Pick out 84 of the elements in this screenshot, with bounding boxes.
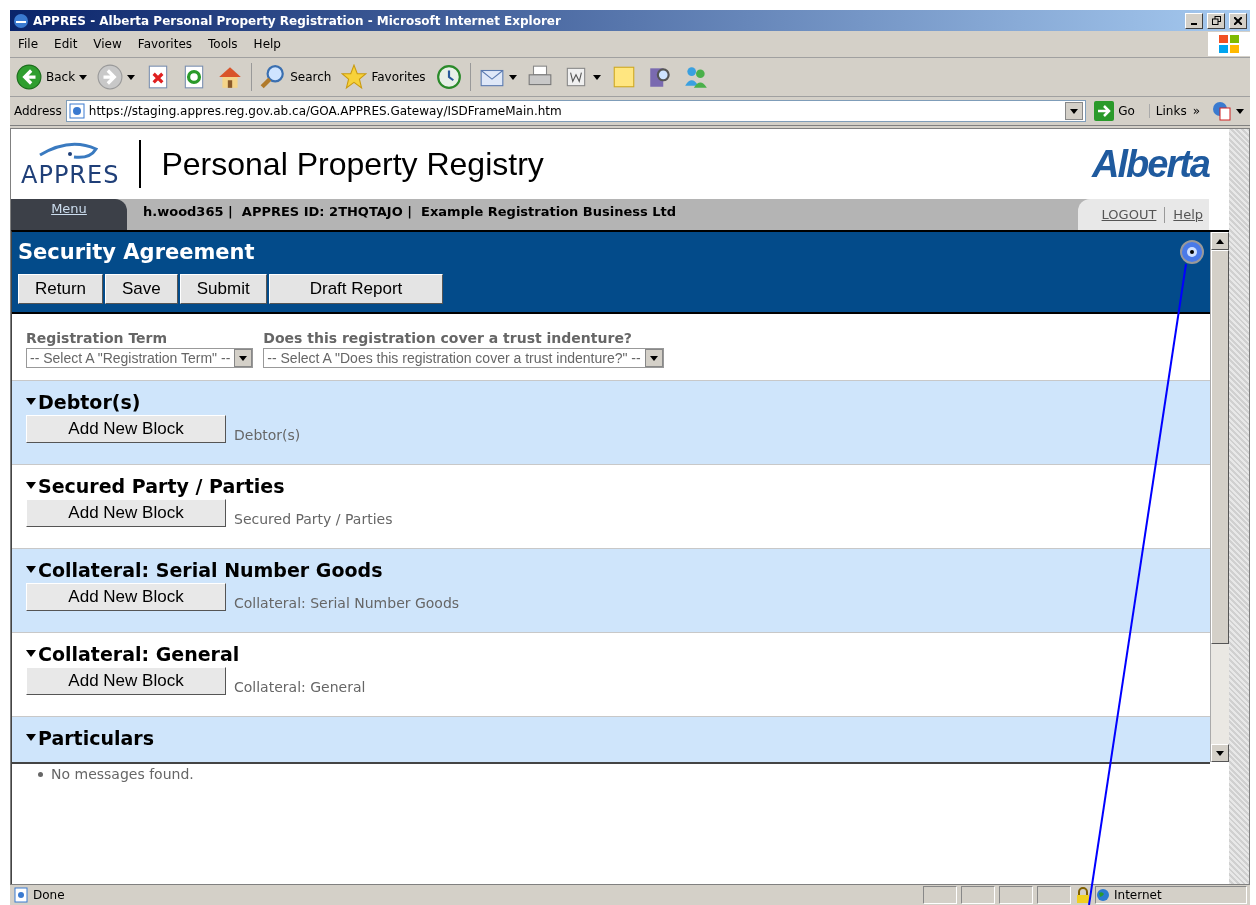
page-icon (13, 887, 29, 903)
globe-icon (1096, 888, 1110, 902)
toolbar-button[interactable] (1210, 99, 1246, 123)
address-label: Address (14, 104, 62, 118)
menu-item[interactable]: File (10, 37, 47, 51)
menu-item[interactable]: Edit (46, 37, 86, 51)
address-field[interactable]: https://staging.appres.reg.gov.ab.ca/GOA.APPRES.Gateway/ISDFrameMain.htm (65, 100, 1087, 122)
menu-item[interactable]: Tools (200, 37, 246, 51)
caret-icon[interactable] (26, 566, 36, 574)
add-block-button[interactable]: Add New Block (26, 415, 226, 443)
help-icon[interactable] (1180, 240, 1204, 264)
dropdown-arrow-icon[interactable] (127, 74, 136, 80)
section-title: Secured Party / Parties (38, 475, 285, 497)
close-button[interactable] (1229, 12, 1247, 29)
menu-item[interactable]: Help (245, 37, 289, 51)
menu-item[interactable]: Favorites (129, 37, 201, 51)
status-text: Done (33, 888, 65, 902)
add-block-button[interactable]: Add New Block (26, 499, 226, 527)
action-button[interactable]: Submit (179, 274, 267, 304)
section-title: Debtor(s) (38, 391, 141, 413)
dropdown-arrow-icon[interactable] (79, 74, 88, 80)
menu-item[interactable]: View (85, 37, 130, 51)
zone-text: Internet (1114, 888, 1162, 902)
dropdown-arrow-icon[interactable] (1216, 750, 1224, 756)
section-title: Collateral: General (38, 643, 240, 665)
dropdown-arrow-icon[interactable] (1070, 108, 1079, 114)
caret-icon[interactable] (26, 482, 36, 490)
caret-icon[interactable] (26, 734, 36, 742)
close-icon (1234, 16, 1242, 25)
field-label: Does this registration cover a trust indenture? (263, 330, 633, 346)
people-icon (682, 64, 709, 90)
section-caption: Debtor(s) (234, 427, 301, 443)
toolbar-button[interactable]: Favorites (339, 62, 428, 92)
links-button[interactable]: Links (1155, 104, 1187, 118)
section-title: Particulars (38, 727, 154, 749)
restore-button[interactable] (1207, 12, 1225, 29)
section-caption: Secured Party / Parties (234, 511, 393, 527)
action-button[interactable]: Return (18, 274, 104, 304)
add-block-button[interactable]: Add New Block (26, 667, 226, 695)
brand-logo: Alberta (1092, 142, 1211, 186)
appres-logo: APPRES (21, 141, 120, 187)
bullet-icon (38, 771, 43, 777)
caret-icon[interactable] (26, 650, 36, 658)
minimize-icon (1191, 22, 1197, 25)
star-icon (341, 64, 368, 90)
header-link[interactable]: Help (1173, 207, 1203, 222)
dropdown-arrow-icon[interactable] (1236, 108, 1244, 114)
flag-logo-icon (1218, 34, 1240, 54)
toolbar-button[interactable]: Search (258, 62, 334, 92)
minimize-button[interactable] (1185, 12, 1203, 29)
action-button[interactable]: Draft Report (268, 274, 444, 304)
padlock-icon (1075, 887, 1091, 903)
menu-tab[interactable]: Menu (11, 199, 127, 230)
action-button[interactable]: Save (105, 274, 178, 304)
dropdown-field[interactable]: -- Select A "Registration Term" -- (26, 348, 254, 368)
page-icon (68, 103, 85, 119)
page-title: Personal Property Registry (161, 145, 545, 183)
dropdown-arrow-icon[interactable] (649, 355, 658, 361)
caret-icon[interactable] (26, 398, 36, 406)
field-label: Registration Term (26, 330, 169, 346)
scrollbar[interactable] (1210, 232, 1229, 762)
dropdown-arrow-icon[interactable] (508, 74, 517, 80)
toolbar-button[interactable]: Back (14, 62, 90, 92)
section-title: Collateral: Serial Number Goods (38, 559, 383, 581)
clock-icon (435, 64, 462, 90)
go-button[interactable]: Go (1090, 101, 1145, 121)
dropdown-field[interactable]: -- Select A "Does this registration cover a trust indenture?" -- (263, 348, 664, 368)
search-icon (260, 64, 287, 90)
globe-document-icon (1212, 101, 1232, 121)
chevron-button[interactable]: » (1192, 104, 1200, 118)
section-caption: Collateral: Serial Number Goods (234, 595, 460, 611)
restore-icon (1211, 16, 1221, 25)
header-link[interactable]: LOGOUT (1101, 207, 1157, 222)
form-title: Security Agreement (18, 240, 255, 264)
scroll-up-icon[interactable] (1216, 238, 1224, 244)
scrollbar-track[interactable] (1229, 129, 1249, 884)
section-caption: Collateral: General (234, 679, 366, 695)
window-title: APPRES - Alberta Personal Property Registration - Microsoft Internet Explorer (33, 13, 562, 28)
dropdown-arrow-icon[interactable] (592, 74, 601, 80)
message-text: No messages found. (51, 766, 194, 782)
browser-icon (13, 12, 29, 29)
user-info: h.wood365 | APPRES ID: 2THQTAJO | Example Registration Business Ltd (142, 203, 678, 221)
add-block-button[interactable]: Add New Block (26, 583, 226, 611)
dropdown-arrow-icon[interactable] (239, 355, 248, 361)
